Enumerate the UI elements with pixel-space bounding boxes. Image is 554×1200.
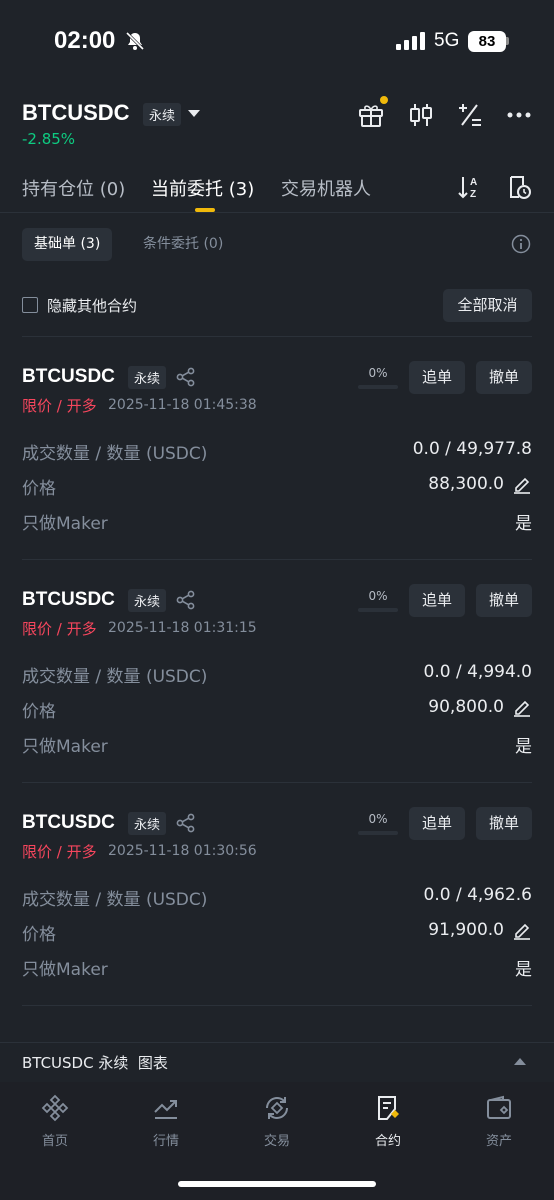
- subtab-conditional-orders[interactable]: 条件委托 (0): [143, 228, 223, 261]
- tab-positions[interactable]: 持有仓位 (0): [22, 175, 125, 201]
- chase-order-button[interactable]: 追单: [409, 361, 465, 394]
- battery-icon: 83: [468, 31, 506, 52]
- network-type: 5G: [434, 30, 460, 51]
- nav-label: 行情: [152, 1134, 179, 1149]
- tab-trading-bots[interactable]: 交易机器人: [281, 175, 371, 201]
- futures-icon: [378, 1096, 399, 1120]
- status-time: 02:00: [54, 27, 116, 54]
- calculator-icon[interactable]: [456, 101, 484, 129]
- wallet-icon: [487, 1095, 511, 1119]
- order-symbol[interactable]: BTCUSDC: [22, 589, 115, 611]
- svg-text:A: A: [470, 177, 477, 188]
- nav-markets[interactable]: 行情: [111, 1094, 221, 1149]
- home-indicator: [178, 1181, 376, 1187]
- nav-label: 合约: [374, 1134, 401, 1149]
- edit-price-icon[interactable]: [512, 920, 532, 944]
- perpetual-badge: 永续: [128, 366, 167, 389]
- qty-value: 0.0 / 4,994.0: [423, 662, 532, 682]
- share-icon[interactable]: [176, 813, 196, 837]
- hide-other-contracts-checkbox[interactable]: [22, 297, 38, 313]
- edit-price-icon[interactable]: [512, 474, 532, 498]
- qty-value: 0.0 / 4,962.6: [423, 885, 532, 905]
- maker-only-label: 只做Maker: [22, 960, 108, 980]
- order-type: 限价 / 开多: [22, 397, 97, 415]
- price-label: 价格: [22, 479, 56, 499]
- nav-home[interactable]: 首页: [0, 1094, 110, 1149]
- symbol-dropdown-icon[interactable]: [188, 110, 200, 117]
- chart-drawer-label: BTCUSDC 永续 图表: [22, 1054, 168, 1072]
- nav-label: 首页: [41, 1134, 68, 1149]
- order-card: BTCUSDC 永续 0% 追单 撤单 限价 / 开多 2025-11-18 0…: [0, 337, 554, 560]
- maker-only-value: 是: [515, 514, 532, 534]
- trade-icon: [266, 1097, 288, 1119]
- price-value: 90,800.0: [428, 697, 504, 717]
- maker-only-value: 是: [515, 960, 532, 980]
- fill-percent: 0%: [368, 589, 388, 603]
- nav-label: 交易: [263, 1134, 290, 1149]
- cancel-order-button[interactable]: 撤单: [476, 361, 532, 394]
- order-type: 限价 / 开多: [22, 620, 97, 638]
- order-time: 2025-11-18 01:31:15: [108, 620, 257, 636]
- svg-text:Z: Z: [470, 189, 476, 200]
- sort-icon[interactable]: AZ: [456, 174, 482, 204]
- symbol-title[interactable]: BTCUSDC: [22, 100, 130, 126]
- qty-label: 成交数量 / 数量 (USDC): [22, 444, 208, 464]
- price-label: 价格: [22, 702, 56, 722]
- order-time: 2025-11-18 01:30:56: [108, 843, 257, 859]
- chevron-up-icon[interactable]: [514, 1058, 526, 1065]
- order-time: 2025-11-18 01:45:38: [108, 397, 257, 413]
- edit-price-icon[interactable]: [512, 697, 532, 721]
- fill-percent: 0%: [368, 366, 388, 380]
- cancel-order-button[interactable]: 撤单: [476, 807, 532, 840]
- qty-value: 0.0 / 49,977.8: [412, 439, 532, 459]
- perpetual-badge: 永续: [128, 589, 167, 612]
- fill-progress-bar: [358, 608, 398, 612]
- candlestick-icon[interactable]: [407, 101, 435, 129]
- gift-icon[interactable]: [357, 101, 385, 129]
- notification-dot: [380, 96, 388, 104]
- price-change: -2.85%: [22, 130, 76, 148]
- price-value: 91,900.0: [428, 920, 504, 940]
- maker-only-value: 是: [515, 737, 532, 757]
- bell-muted-icon: [124, 30, 146, 56]
- order-history-icon[interactable]: [506, 174, 532, 204]
- chase-order-button[interactable]: 追单: [409, 584, 465, 617]
- fill-progress-bar: [358, 831, 398, 835]
- cancel-order-button[interactable]: 撤单: [476, 584, 532, 617]
- tab-open-orders[interactable]: 当前委托 (3): [151, 175, 254, 201]
- price-label: 价格: [22, 925, 56, 945]
- order-symbol[interactable]: BTCUSDC: [22, 812, 115, 834]
- hide-other-contracts-label: 隐藏其他合约: [47, 297, 138, 315]
- more-icon[interactable]: [505, 101, 533, 129]
- tabs-divider: [0, 212, 554, 213]
- share-icon[interactable]: [176, 590, 196, 614]
- nav-assets[interactable]: 资产: [444, 1094, 554, 1149]
- fill-percent: 0%: [368, 812, 388, 826]
- share-icon[interactable]: [176, 367, 196, 391]
- signal-icon: [396, 32, 428, 54]
- order-card: BTCUSDC 永续 0% 追单 撤单 限价 / 开多 2025-11-18 0…: [0, 783, 554, 1006]
- chase-order-button[interactable]: 追单: [409, 807, 465, 840]
- qty-label: 成交数量 / 数量 (USDC): [22, 667, 208, 687]
- order-card: BTCUSDC 永续 0% 追单 撤单 限价 / 开多 2025-11-18 0…: [0, 560, 554, 783]
- nav-label: 资产: [485, 1134, 512, 1149]
- nav-trade[interactable]: 交易: [222, 1094, 332, 1149]
- perpetual-badge: 永续: [128, 812, 167, 835]
- nav-futures[interactable]: 合约: [333, 1094, 443, 1149]
- price-value: 88,300.0: [428, 474, 504, 494]
- cancel-all-button[interactable]: 全部取消: [443, 289, 532, 322]
- divider: [22, 1005, 532, 1006]
- order-symbol[interactable]: BTCUSDC: [22, 366, 115, 388]
- order-type: 限价 / 开多: [22, 843, 97, 861]
- markets-icon: [154, 1100, 177, 1119]
- info-icon[interactable]: [511, 234, 531, 258]
- fill-progress-bar: [358, 385, 398, 389]
- subtab-basic-orders[interactable]: 基础单 (3): [22, 228, 113, 261]
- maker-only-label: 只做Maker: [22, 737, 108, 757]
- qty-label: 成交数量 / 数量 (USDC): [22, 890, 208, 910]
- battery-tip: [506, 37, 509, 45]
- perpetual-badge: 永续: [143, 103, 182, 126]
- maker-only-label: 只做Maker: [22, 514, 108, 534]
- home-icon: [41, 1094, 69, 1122]
